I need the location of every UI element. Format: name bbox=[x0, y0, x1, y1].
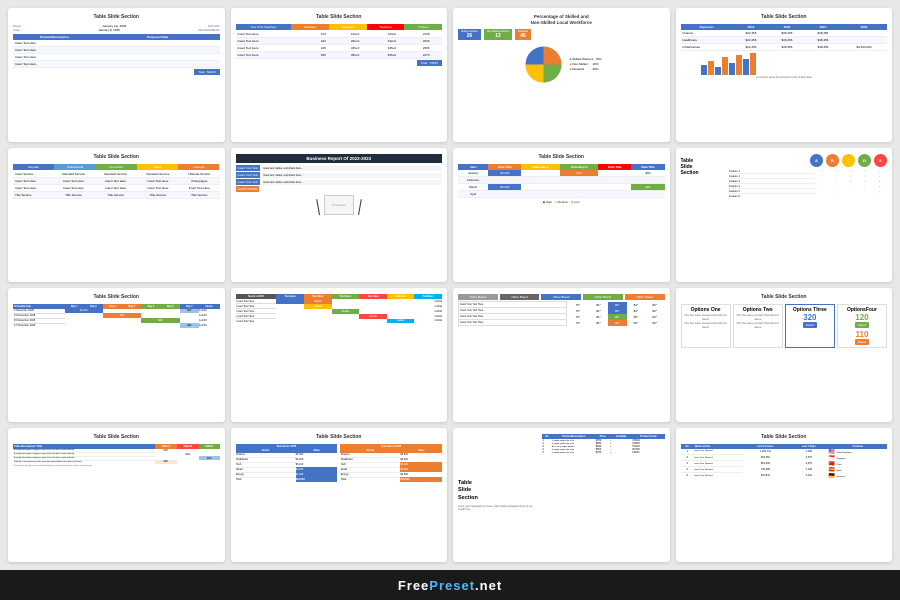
slide-1-meta: NameJanuary 1st, 2025SLID-PP FromJanuary… bbox=[13, 24, 220, 32]
slide-9[interactable]: Table Slide Section Schedule date Day 1 … bbox=[8, 288, 225, 422]
slide-13[interactable]: Table Slide Section Table Description / … bbox=[8, 428, 225, 562]
slide-1-total: Total $1024 bbox=[13, 69, 220, 75]
slide-6-content: Insert Your Text Insert text, tables, an… bbox=[236, 165, 443, 193]
slide-3-title: Percentage of Skilled andNon-Skilled Loc… bbox=[531, 14, 592, 26]
slide-13-table: Table Description / Title Table A Table … bbox=[13, 444, 220, 464]
slide-4-table: Expenses 2019 2020 2021 2022 Finance$24,… bbox=[681, 24, 888, 51]
slide-13-footer: * A sometext directly has some placehold… bbox=[13, 465, 220, 467]
slide-7-legend: ■ High ■ Medium ■ Low bbox=[543, 200, 579, 204]
slide-2-tabs: Your First Teachers Teachers Teachers Te… bbox=[236, 24, 443, 30]
slide-5-tabs: Regular Professional Promotion Sales Adv… bbox=[13, 164, 220, 170]
slide-3[interactable]: Percentage of Skilled andNon-Skilled Loc… bbox=[453, 8, 670, 142]
slide-9-table: Schedule date Day 1 Day 2 Day 3 Day 4 Da… bbox=[13, 304, 220, 328]
slide-11[interactable]: Other Brand Other Brand Other Brand Othe… bbox=[453, 288, 670, 422]
slide-14[interactable]: Table Slide Section Sub-Sector 2025 Sect… bbox=[231, 428, 448, 562]
watermark-text: FreePreset.net bbox=[398, 578, 502, 593]
slide-12-title: Table Slide Section bbox=[761, 294, 806, 301]
slide-15-content: TableSlideSection Insert your paragraph … bbox=[458, 434, 665, 558]
slide-12[interactable]: Table Slide Section Options One Put the … bbox=[676, 288, 893, 422]
slide-6[interactable]: Business Report Of 2022-2023 Insert Your… bbox=[231, 148, 448, 282]
slide-2-table: Insert Text Here123123+0123+02146 Insert… bbox=[236, 31, 443, 59]
slide-5-title: Table Slide Section bbox=[94, 154, 139, 161]
slide-16[interactable]: Table Slide Section No Name Article Last… bbox=[676, 428, 893, 562]
slide-3-stats: Skilled workers26 Non-Skilled workers13 … bbox=[458, 29, 665, 42]
slide-10[interactable]: NonList 2025 Test Here Test Here Test He… bbox=[231, 288, 448, 422]
slide-1-table: Product/Description Proposed Date Insert… bbox=[13, 34, 220, 68]
slide-4-caption: A summary about the full report of any f… bbox=[756, 76, 812, 79]
slide-7-title: Table Slide Section bbox=[539, 154, 584, 161]
slide-2-total: Total 75553 bbox=[236, 60, 443, 66]
slide-15[interactable]: TableSlideSection Insert your paragraph … bbox=[453, 428, 670, 562]
slide-10-content: NonList 2025 Test Here Test Here Test He… bbox=[236, 294, 443, 323]
slide-4-chart bbox=[701, 53, 866, 75]
slide-4-title: Table Slide Section bbox=[761, 14, 806, 21]
slide-2-title: Table Slide Section bbox=[316, 14, 361, 21]
watermark-bar: FreePreset.net bbox=[0, 570, 900, 600]
slide-14-title: Table Slide Section bbox=[316, 434, 361, 441]
slide-1[interactable]: Table Slide Section NameJanuary 1st, 202… bbox=[8, 8, 225, 142]
slide-9-title: Table Slide Section bbox=[94, 294, 139, 301]
slide-13-title: Table Slide Section bbox=[94, 434, 139, 441]
slide-8-circles: TableSlideSection A B C D E Feature 1✓✓✓… bbox=[681, 154, 888, 198]
slide-3-pie: ■ Skilled Workers 70% ■ Non-Skilled 20% … bbox=[521, 42, 602, 87]
slides-grid: Table Slide Section NameJanuary 1st, 202… bbox=[0, 0, 900, 570]
slide-2[interactable]: Table Slide Section Your First Teachers … bbox=[231, 8, 448, 142]
slide-11-header-tabs: Other Brand Other Brand Other Brand Othe… bbox=[458, 294, 665, 300]
slide-8[interactable]: TableSlideSection A B C D E Feature 1✓✓✓… bbox=[676, 148, 893, 282]
slide-5-table: Insert ServiceStandard ServiceStandard S… bbox=[13, 171, 220, 199]
slide-12-cards: Options One Put the easy content that fi… bbox=[681, 304, 888, 348]
slide-14-tables: Sub-Sector 2025 Sector Value Finance$4,5… bbox=[236, 444, 443, 482]
slide-11-table: Insert Your Text Here 70° 81° 90° 82° 80… bbox=[458, 301, 665, 326]
slide-4[interactable]: Table Slide Section Expenses 2019 2020 2… bbox=[676, 8, 893, 142]
slide-6-easel: Presentation bbox=[319, 195, 359, 215]
slide-7[interactable]: Table Slide Section Alert Data Title Dat… bbox=[453, 148, 670, 282]
slide-16-title: Table Slide Section bbox=[761, 434, 806, 441]
slide-16-table: No Name Article Last 24 Hours Last 7 Day… bbox=[681, 444, 888, 479]
slide-7-table: Alert Data Title Data Step 2 Data Step 3… bbox=[458, 164, 665, 198]
slide-5[interactable]: Table Slide Section Regular Professional… bbox=[8, 148, 225, 282]
slide-6-title: Business Report Of 2022-2023 bbox=[236, 154, 443, 163]
slide-1-title: Table Slide Section bbox=[94, 14, 139, 21]
